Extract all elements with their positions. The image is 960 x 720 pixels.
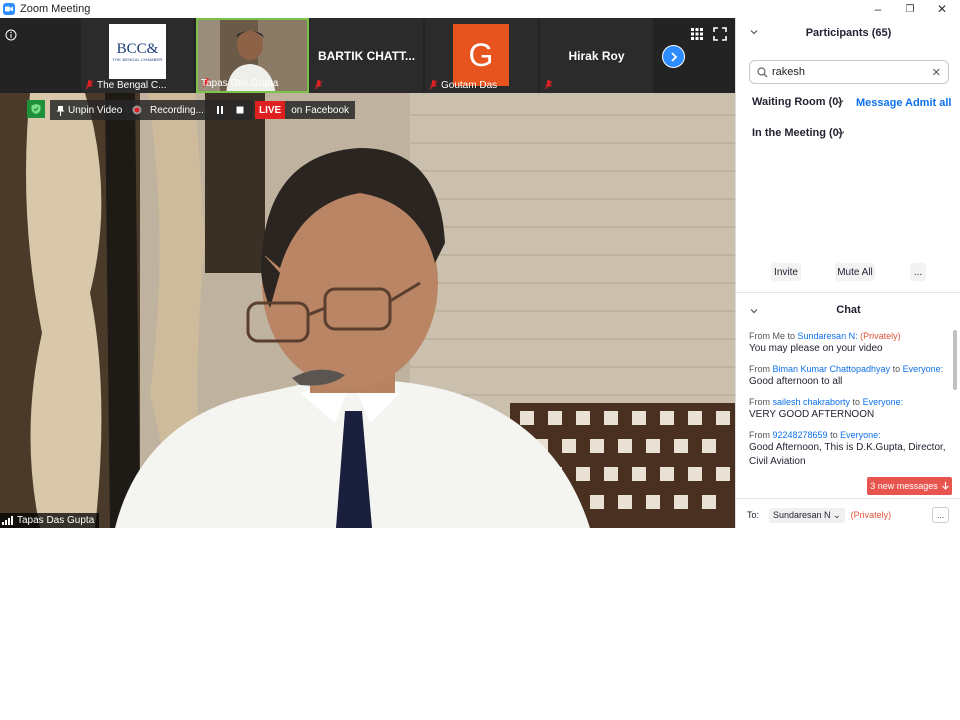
chat-scrollbar[interactable] xyxy=(953,330,957,390)
more-options-button[interactable]: ... xyxy=(910,263,926,281)
search-input[interactable] xyxy=(772,66,932,78)
pin-icon xyxy=(56,105,65,116)
pause-recording-button[interactable] xyxy=(216,100,224,120)
invite-button[interactable]: Invite xyxy=(771,263,801,281)
message-button[interactable]: Message xyxy=(856,97,902,109)
mic-muted-icon xyxy=(85,80,94,90)
live-target: on Facebook xyxy=(285,101,356,119)
chevron-down-icon[interactable] xyxy=(836,98,844,106)
unpin-video-button[interactable]: Unpin Video xyxy=(50,100,129,120)
tile-name: Tapas Das Gupta xyxy=(201,78,279,89)
speaker-video-frame xyxy=(0,93,735,528)
title-bar: Zoom Meeting – ❐ ✕ xyxy=(0,0,960,18)
active-speaker-video xyxy=(0,93,735,528)
live-badge: LIVE xyxy=(255,101,286,119)
participant-name-label: BARTIK CHATT... xyxy=(317,48,416,63)
gallery-view-icon[interactable] xyxy=(690,27,704,41)
chevron-down-icon[interactable] xyxy=(837,129,845,137)
clear-search-icon[interactable]: ✕ xyxy=(932,66,941,79)
stop-recording-button[interactable] xyxy=(236,100,244,120)
window-title: Zoom Meeting xyxy=(20,3,91,15)
tile-name: Goutam Das xyxy=(441,80,498,91)
bengal-chamber-logo: BCC& THE BENGAL CHAMBER xyxy=(109,24,166,79)
chat-message: From 92248278659 to Everyone: Good After… xyxy=(749,430,946,467)
mic-muted-icon xyxy=(429,80,438,90)
mic-muted-icon xyxy=(544,80,553,90)
info-icon[interactable] xyxy=(5,25,17,45)
search-icon xyxy=(757,66,768,77)
chevron-right-icon xyxy=(670,51,677,62)
participant-tile[interactable]: G Goutam Das xyxy=(425,18,538,93)
participant-tile[interactable]: Hirak Roy xyxy=(540,18,653,93)
chat-more-button[interactable]: ... xyxy=(932,507,949,523)
participant-tile[interactable]: BCC& THE BENGAL CHAMBER The Bengal C... xyxy=(81,18,194,93)
zoom-icon xyxy=(3,3,15,15)
arrow-down-icon xyxy=(941,482,949,490)
chat-message: From Me to Sundaresan N: (Privately) You… xyxy=(749,331,901,354)
live-stream-status[interactable]: LIVE on Facebook xyxy=(255,100,356,120)
mute-all-button[interactable]: Mute All xyxy=(835,263,875,281)
chat-message: From Biman Kumar Chattopadhyay to Everyo… xyxy=(749,364,944,387)
admit-all-button[interactable]: Admit all xyxy=(905,97,951,109)
participant-search[interactable]: ✕ xyxy=(749,60,949,84)
tile-name: The Bengal C... xyxy=(97,80,167,91)
recipient-dropdown[interactable]: Sundaresan N ⌄ xyxy=(769,507,845,523)
record-dot-icon xyxy=(132,105,142,115)
gallery-strip: BCC& THE BENGAL CHAMBER The Bengal C... … xyxy=(0,18,735,93)
participant-tile[interactable]: BARTIK CHATT... xyxy=(310,18,423,93)
avatar: G xyxy=(453,24,509,86)
participant-name-label: Hirak Roy xyxy=(568,48,625,63)
participant-tile-active[interactable]: Tapas Das Gupta xyxy=(196,18,309,93)
close-button[interactable]: ✕ xyxy=(926,0,958,18)
chat-message: From sailesh chakraborty to Everyone: VE… xyxy=(749,397,904,420)
chat-messages: From Me to Sundaresan N: (Privately) You… xyxy=(749,330,949,488)
new-messages-button[interactable]: 3 new messages xyxy=(867,477,952,495)
restore-button[interactable]: ❐ xyxy=(894,0,926,18)
speaker-name-label: Tapas Das Gupta xyxy=(0,513,100,528)
next-page-button[interactable] xyxy=(662,45,685,68)
signal-strength-icon xyxy=(2,516,13,525)
minimize-button[interactable]: – xyxy=(862,0,894,18)
zoom-window: Zoom Meeting – ❐ ✕ BCC& THE BENGAL CHAMB… xyxy=(0,0,960,528)
mic-muted-icon xyxy=(314,80,323,90)
stop-icon xyxy=(236,106,244,114)
side-panel: Participants (65) ✕ Waiting Room (0) Mes… xyxy=(735,18,960,528)
chevron-down-icon: ⌄ xyxy=(833,509,841,520)
waiting-room-label[interactable]: Waiting Room (0) xyxy=(752,96,842,108)
divider xyxy=(736,498,960,499)
chat-header: Chat xyxy=(836,304,861,316)
pause-icon xyxy=(217,106,223,114)
recording-status: Recording... xyxy=(126,100,253,120)
video-pane: BCC& THE BENGAL CHAMBER The Bengal C... … xyxy=(0,18,735,528)
participants-header: Participants (65) xyxy=(805,27,892,39)
in-meeting-label[interactable]: In the Meeting (0) xyxy=(752,127,842,139)
encryption-shield-icon[interactable] xyxy=(27,100,45,118)
chat-recipient-row: To: Sundaresan N ⌄ (Privately) xyxy=(747,507,891,523)
fullscreen-icon[interactable] xyxy=(713,27,727,41)
divider xyxy=(736,292,960,293)
